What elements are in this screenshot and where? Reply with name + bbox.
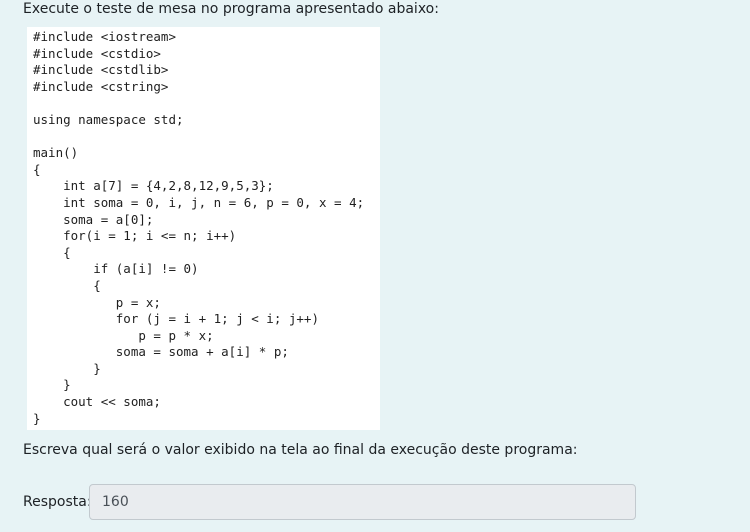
code-listing: #include <iostream> #include <cstdio> #i…	[33, 29, 365, 426]
question-instruction: Escreva qual será o valor exibido na tel…	[23, 442, 578, 458]
answer-row: Resposta:	[23, 484, 643, 520]
question-prompt: Execute o teste de mesa no programa apre…	[23, 1, 439, 17]
code-image: #include <iostream> #include <cstdio> #i…	[27, 27, 380, 430]
answer-input[interactable]	[89, 484, 636, 520]
answer-label: Resposta:	[23, 494, 92, 510]
